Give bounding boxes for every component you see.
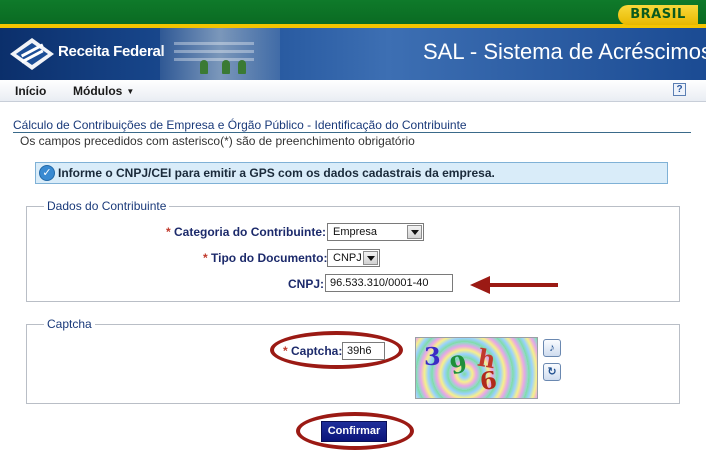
brasil-bar (0, 0, 706, 26)
captcha-char: 6 (478, 364, 499, 397)
dados-contribuinte-legend: Dados do Contribuinte (44, 199, 170, 213)
tipo-documento-label: * Tipo do Documento: (203, 251, 327, 265)
captcha-label-text: Captcha: (291, 344, 343, 358)
info-text: Informe o CNPJ/CEI para emitir a GPS com… (58, 166, 495, 180)
tipo-documento-value: CNPJ (333, 252, 362, 264)
annotation-arrow-icon (470, 276, 558, 294)
page-title: Cálculo de Contribuições de Empresa e Ór… (13, 118, 467, 132)
audio-captcha-icon[interactable]: ♪ (543, 339, 561, 357)
menu-bar: Início Módulos ▼ ? (0, 80, 706, 102)
captcha-input[interactable] (342, 342, 385, 360)
categoria-value: Empresa (333, 226, 378, 238)
chevron-down-icon: ▼ (126, 87, 135, 96)
captcha-char: 9 (447, 348, 470, 381)
building-illustration (160, 28, 280, 80)
help-icon[interactable]: ? (673, 83, 686, 96)
required-asterisk: * (283, 344, 288, 358)
required-asterisk: * (166, 225, 171, 239)
captcha-image: 3 9 h 6 (415, 337, 538, 399)
categoria-select[interactable]: Empresa (327, 223, 424, 241)
categoria-label: * Categoria do Contribuinte: (166, 225, 326, 239)
title-divider (13, 132, 691, 133)
brasil-logo[interactable]: BRASIL (618, 5, 698, 25)
dropdown-arrow-icon[interactable] (363, 251, 378, 265)
refresh-captcha-icon[interactable]: ↻ (543, 363, 561, 381)
cnpj-label: CNPJ: (288, 277, 325, 291)
confirm-button[interactable]: Confirmar (321, 421, 387, 442)
info-message: ✓ Informe o CNPJ/CEI para emitir a GPS c… (35, 162, 668, 184)
tipo-documento-select[interactable]: CNPJ (327, 249, 380, 267)
cnpj-input[interactable] (325, 274, 453, 292)
check-info-icon: ✓ (39, 165, 55, 181)
captcha-label: * Captcha: (283, 344, 342, 358)
menu-item-modulos[interactable]: Módulos ▼ (73, 84, 134, 98)
site-header: Receita Federal SAL - Sistema de Acrésci… (0, 28, 706, 80)
categoria-label-text: Categoria do Contribuinte: (174, 225, 327, 239)
page-subtitle: Os campos precedidos com asterisco(*) sã… (20, 134, 415, 148)
captcha-char: 3 (424, 342, 441, 371)
org-name: Receita Federal (58, 43, 165, 60)
system-title: SAL - Sistema de Acréscimos L (423, 39, 706, 64)
menu-item-modulos-label: Módulos (73, 84, 123, 98)
tipo-documento-label-text: Tipo do Documento: (211, 251, 328, 265)
dropdown-arrow-icon[interactable] (407, 225, 422, 239)
required-asterisk: * (203, 251, 208, 265)
receita-federal-logo-icon (10, 38, 54, 70)
menu-item-inicio[interactable]: Início (15, 84, 46, 98)
captcha-legend: Captcha (44, 317, 95, 331)
